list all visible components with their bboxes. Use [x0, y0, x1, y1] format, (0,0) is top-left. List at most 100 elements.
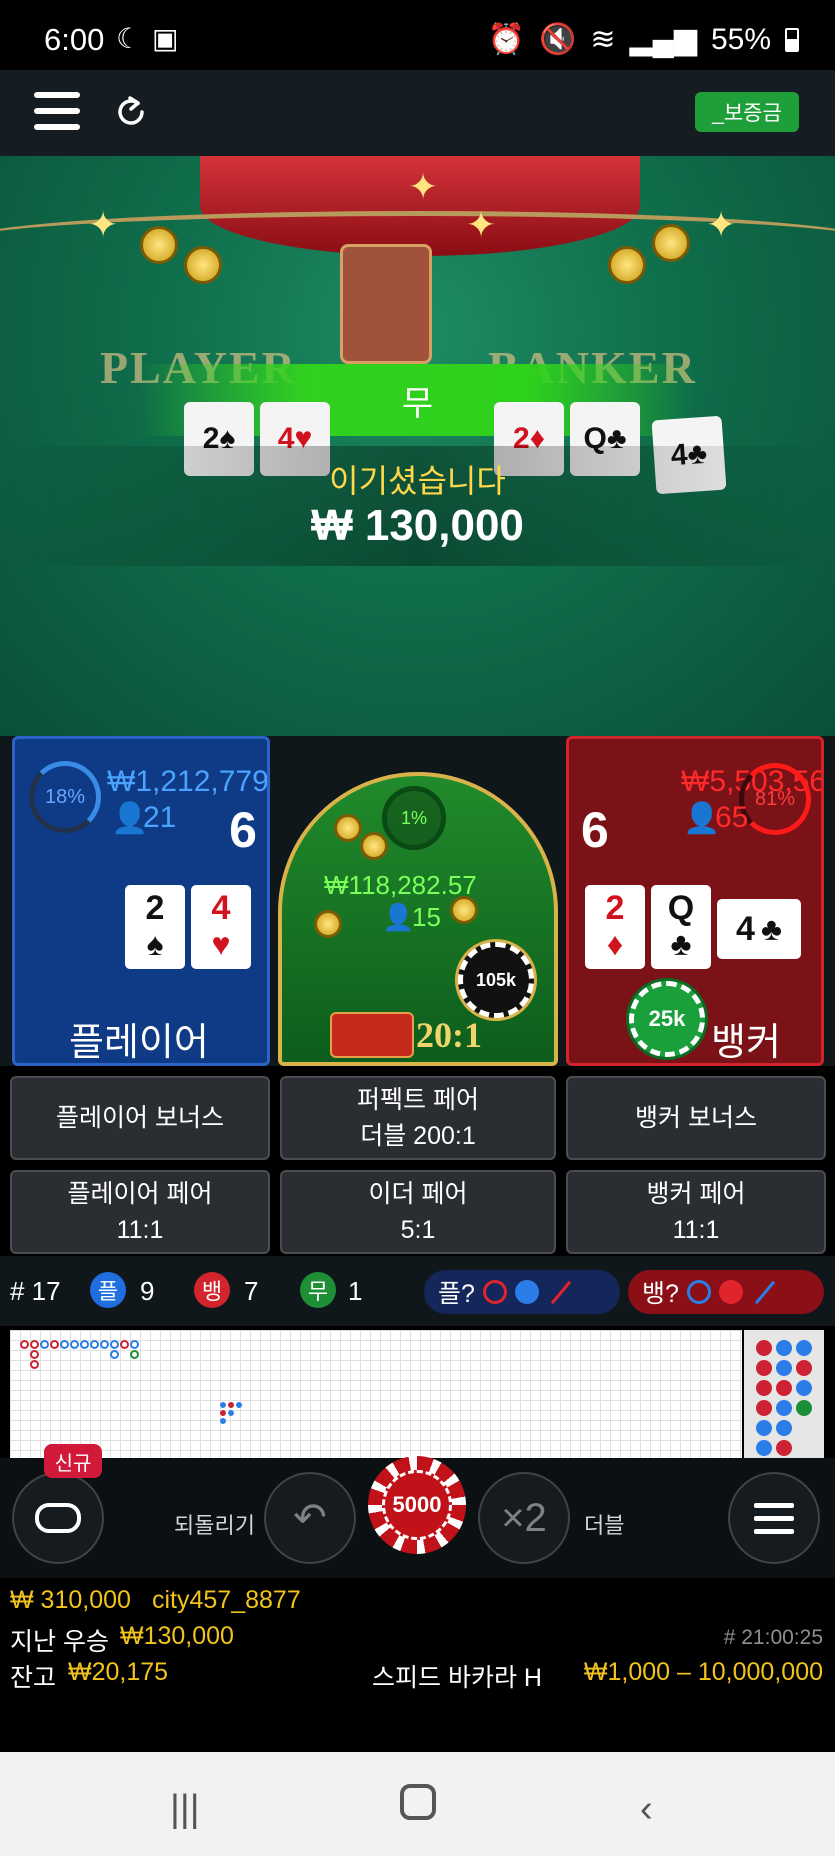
reload-icon[interactable] — [112, 92, 152, 132]
banker-chip: 25k — [629, 981, 705, 1057]
dot-icon — [514, 1280, 539, 1304]
banker-bet-spot[interactable]: ₩5,503,568 81% 👤 65 6 2♦ Q♣ 4♣ 25k 뱅커 — [566, 736, 824, 1066]
last-win-amount: ₩130,000 — [120, 1622, 234, 1650]
slash-icon — [754, 1280, 776, 1304]
win-amount: ₩ 130,000 — [311, 501, 524, 550]
mute-icon: 🔇 — [539, 23, 577, 56]
round-id: # 21:00:25 — [723, 1626, 823, 1649]
deposit-button[interactable]: _보증금 — [695, 92, 799, 132]
either-pair-button[interactable]: 이더 페어 5:1 — [280, 1170, 556, 1254]
new-badge: 신규 — [44, 1444, 102, 1478]
banker-card: 4 ♣ — [717, 899, 801, 959]
banker-win-badge: 뱅 — [194, 1272, 230, 1308]
tie-bet-spot[interactable]: 1% ₩118,282.57 👤 15 105k 20:1 — [278, 772, 558, 1066]
recents-icon[interactable]: ||| — [170, 1788, 200, 1831]
tie-envelope-icon — [330, 1012, 414, 1058]
tie-total-amount: ₩118,282.57 — [324, 870, 477, 900]
menu-icon[interactable] — [34, 92, 80, 130]
player-label: 플레이어 — [69, 1022, 209, 1064]
banker-score: 6 — [581, 802, 609, 858]
banker-card: Q ♣ — [651, 885, 711, 969]
battery-icon — [785, 27, 799, 52]
banker-predict-button[interactable]: 뱅? — [628, 1270, 824, 1314]
status-bar: 6:00 ☾ ▣ ⏰ 🔇 ≋ ▂▄▆ 55% — [0, 0, 835, 70]
result-label: 무 — [401, 384, 434, 423]
player-predict-button[interactable]: 플? — [424, 1270, 620, 1314]
top-bar: _보증금 — [0, 70, 835, 156]
controls-bar: 신규 되돌리기 ↶ 5000 ×2 더블 — [0, 1444, 835, 1578]
coin-icon — [334, 814, 362, 842]
wifi-icon: ≋ — [590, 23, 616, 56]
back-icon[interactable]: ‹ — [640, 1788, 653, 1831]
undo-icon: ↶ — [293, 1496, 327, 1540]
betting-area: 18% ₩1,212,779 👤 21 6 2 ♠ 4 ♥ 플레이어 1% ₩118… — [0, 736, 835, 1066]
undo-label: 되돌리기 — [174, 1513, 255, 1538]
status-icons: ⏰ 🔇 ≋ ▂▄▆ 55% — [488, 22, 799, 57]
player-win-count: 9 — [140, 1276, 155, 1306]
sparkle-icon: ✦ — [408, 166, 439, 207]
person-icon: 👤 — [382, 902, 415, 932]
menu-button[interactable] — [728, 1472, 820, 1564]
menu-icon — [754, 1502, 794, 1534]
banker-label: 뱅커 — [711, 1022, 781, 1064]
double-button[interactable]: ×2 — [478, 1472, 570, 1564]
home-icon[interactable] — [400, 1784, 436, 1820]
player-percent: 18% — [29, 761, 101, 833]
big-road-mini[interactable] — [744, 1330, 824, 1458]
coin-icon — [360, 832, 388, 860]
lobby-icon — [35, 1503, 81, 1533]
coin-icon — [184, 246, 222, 284]
player-card: 4 ♥ — [191, 885, 251, 969]
player-bet-spot[interactable]: 18% ₩1,212,779 👤 21 6 2 ♠ 4 ♥ 플레이어 — [12, 736, 270, 1066]
coin-icon — [652, 224, 690, 262]
banker-pair-button[interactable]: 뱅커 페어 11:1 — [566, 1170, 826, 1254]
undo-button[interactable]: ↶ — [264, 1472, 356, 1564]
sparkle-icon: ✦ — [88, 204, 119, 245]
banker-bonus-button[interactable]: 뱅커 보너스 — [566, 1076, 826, 1160]
player-score: 6 — [229, 802, 257, 858]
dot-icon — [718, 1280, 743, 1304]
balance-label: 잔고 — [10, 1664, 57, 1692]
tie-percent: 1% — [382, 786, 446, 850]
sparkle-icon: ✦ — [706, 204, 737, 245]
player-card: 2 ♠ — [125, 885, 185, 969]
bet-limits: ₩1,000 – 10,000,000 — [583, 1658, 823, 1686]
banker-percent: 81% — [739, 763, 811, 835]
coin-icon — [140, 226, 178, 264]
live-video: PLAYER BANKER ✦ ✦ ✦ ✦ 무 2♠ 4♥ 2♦ Q♣ 4♣ 이… — [0, 156, 835, 736]
ring-icon — [482, 1280, 507, 1304]
chip-selector[interactable]: 5000 — [368, 1456, 466, 1554]
player-pair-button[interactable]: 플레이어 페어 11:1 — [10, 1170, 270, 1254]
coin-icon — [314, 910, 342, 938]
coin-icon — [608, 246, 646, 284]
image-icon: ▣ — [152, 23, 179, 54]
player-predict-label: 플? — [438, 1280, 475, 1308]
round-count: # 17 — [10, 1276, 61, 1306]
card-shoe — [340, 244, 432, 364]
player-bonus-button[interactable]: 플레이어 보너스 — [10, 1076, 270, 1160]
banker-bettor-count: 65 — [715, 801, 749, 834]
alarm-icon: ⏰ — [487, 23, 526, 56]
balance-amount: ₩20,175 — [68, 1658, 169, 1686]
total-bet: ₩ 310,000 — [10, 1586, 131, 1614]
battery-percent: 55% — [710, 22, 771, 56]
road-summary: # 17 플 9 뱅 7 무 1 플? 뱅? — [0, 1256, 835, 1326]
lobby-button[interactable] — [12, 1472, 104, 1564]
ring-icon — [686, 1280, 711, 1304]
tie-chip: 105k — [458, 942, 534, 1018]
tie-win-count: 1 — [348, 1276, 363, 1306]
android-nav-bar: ||| ‹ — [0, 1752, 835, 1856]
player-bettor-count: 21 — [143, 801, 177, 834]
tie-bettor-count: 15 — [412, 902, 441, 932]
tie-win-badge: 무 — [300, 1272, 336, 1308]
bead-road-grid[interactable] — [10, 1330, 742, 1458]
slash-icon — [550, 1280, 572, 1304]
perfect-pair-button[interactable]: 퍼펙트 페어 더블 200:1 — [280, 1076, 556, 1160]
last-win-label: 지난 우승 — [10, 1628, 109, 1656]
win-message: 이기셨습니다 — [329, 463, 506, 499]
tie-payout: 20:1 — [416, 1015, 482, 1055]
player-total-amount: ₩1,212,779 — [107, 765, 269, 798]
sparkle-icon: ✦ — [466, 204, 497, 245]
table-name: 스피드 바카라 H — [372, 1664, 542, 1692]
double-icon: ×2 — [501, 1495, 547, 1540]
